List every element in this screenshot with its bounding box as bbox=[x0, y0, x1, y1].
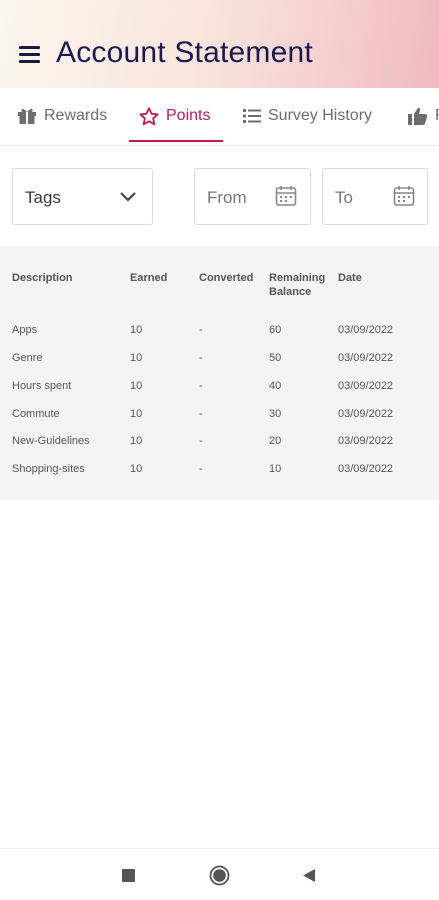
table-row: Apps 10 - 60 03/09/2022 bbox=[0, 324, 439, 352]
column-header-remaining-balance: Remaining Balance bbox=[269, 272, 326, 298]
calendar-icon[interactable] bbox=[275, 185, 297, 207]
table-row: Hours spent 10 - 40 03/09/2022 bbox=[0, 380, 439, 408]
to-date-field[interactable]: To bbox=[322, 168, 428, 225]
statement-table: Description Earned Converted Remaining B… bbox=[0, 246, 439, 500]
table-row: Genre 10 - 50 03/09/2022 bbox=[0, 352, 439, 380]
chevron-down-icon bbox=[120, 192, 136, 202]
filter-bar: Tags From To bbox=[0, 146, 439, 246]
cell-earned: 10 bbox=[130, 463, 143, 475]
tab-label: Survey History bbox=[268, 107, 373, 124]
table-row: New-Guidelines 10 - 20 03/09/2022 bbox=[0, 435, 439, 463]
tags-dropdown[interactable]: Tags bbox=[12, 168, 153, 225]
from-date-field[interactable]: From bbox=[194, 168, 311, 225]
home-icon[interactable] bbox=[209, 865, 230, 886]
active-tab-indicator bbox=[129, 140, 223, 142]
cell-converted: - bbox=[199, 408, 203, 420]
cell-date: 03/09/2022 bbox=[338, 380, 394, 392]
system-navigation-bar bbox=[0, 848, 439, 900]
back-icon[interactable] bbox=[302, 868, 316, 883]
tab-rewards[interactable]: Rewards bbox=[17, 88, 107, 144]
cell-date: 03/09/2022 bbox=[338, 324, 394, 336]
cell-remaining: 30 bbox=[269, 408, 282, 420]
column-header-converted: Converted bbox=[199, 272, 254, 284]
tab-label: R bbox=[435, 107, 439, 125]
cell-earned: 10 bbox=[130, 435, 143, 447]
cell-converted: - bbox=[199, 463, 203, 475]
app-header: Account Statement bbox=[0, 0, 439, 88]
cell-remaining: 60 bbox=[269, 324, 282, 336]
column-header-description: Description bbox=[12, 272, 73, 284]
list-icon bbox=[243, 109, 261, 123]
cell-description: Hours spent bbox=[12, 380, 72, 392]
tab-label: Rewards bbox=[44, 107, 108, 124]
recent-apps-icon[interactable] bbox=[122, 869, 135, 882]
from-date-placeholder: From bbox=[207, 188, 247, 207]
cell-description: Commute bbox=[12, 408, 60, 420]
cell-converted: - bbox=[199, 352, 203, 364]
thumbs-up-icon bbox=[408, 107, 428, 125]
table-row: Shopping-sites 10 - 10 03/09/2022 bbox=[0, 463, 439, 491]
cell-converted: - bbox=[199, 324, 203, 336]
tags-label: Tags bbox=[25, 188, 61, 207]
cell-earned: 10 bbox=[130, 380, 143, 392]
calendar-icon[interactable] bbox=[393, 185, 415, 207]
star-icon bbox=[139, 106, 159, 125]
hamburger-menu-icon[interactable] bbox=[17, 44, 43, 66]
cell-description: Shopping-sites bbox=[12, 463, 85, 475]
table-row: Commute 10 - 30 03/09/2022 bbox=[0, 408, 439, 436]
cell-earned: 10 bbox=[130, 408, 143, 420]
cell-date: 03/09/2022 bbox=[338, 463, 394, 475]
gift-icon bbox=[18, 108, 36, 124]
cell-date: 03/09/2022 bbox=[338, 435, 394, 447]
cell-description: Apps bbox=[12, 324, 38, 336]
cell-earned: 10 bbox=[130, 324, 143, 336]
cell-date: 03/09/2022 bbox=[338, 352, 394, 364]
page-title: Account Statement bbox=[56, 36, 313, 69]
cell-description: Genre bbox=[12, 352, 43, 364]
cell-converted: - bbox=[199, 380, 203, 392]
cell-remaining: 20 bbox=[269, 435, 282, 447]
cell-remaining: 10 bbox=[269, 463, 282, 475]
cell-remaining: 40 bbox=[269, 380, 282, 392]
cell-converted: - bbox=[199, 435, 203, 447]
column-header-earned: Earned bbox=[130, 272, 168, 284]
column-header-date: Date bbox=[338, 272, 362, 284]
tab-survey-history[interactable]: Survey History bbox=[243, 88, 372, 144]
cell-remaining: 50 bbox=[269, 352, 282, 364]
tab-points[interactable]: Points bbox=[139, 88, 210, 144]
cell-description: New-Guidelines bbox=[12, 435, 90, 447]
tab-label: Points bbox=[166, 107, 211, 124]
cell-date: 03/09/2022 bbox=[338, 408, 394, 420]
to-date-placeholder: To bbox=[335, 188, 353, 207]
tab-partial[interactable]: R bbox=[408, 88, 439, 144]
cell-earned: 10 bbox=[130, 352, 143, 364]
tab-bar: Rewards Points Survey History R bbox=[0, 88, 439, 146]
